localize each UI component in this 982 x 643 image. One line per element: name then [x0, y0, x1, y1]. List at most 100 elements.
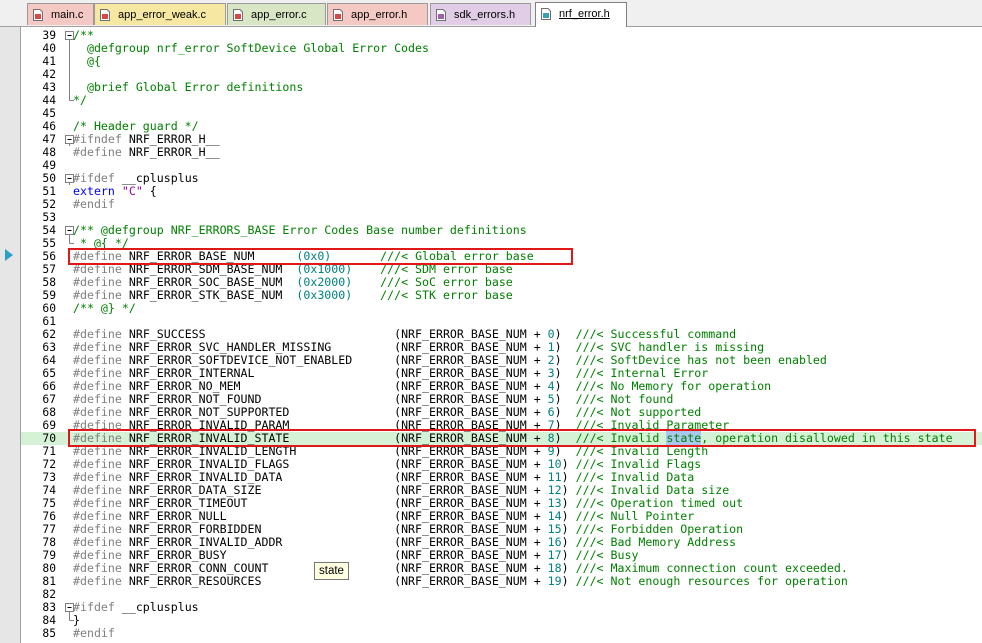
highlight-box-base-num — [68, 248, 573, 265]
current-line-arrow-icon — [5, 249, 13, 261]
code-token: ///< Not enough resources for operation — [575, 574, 848, 588]
line-number: 51 — [42, 185, 56, 198]
code-line[interactable]: 51 extern "C" { — [21, 184, 982, 199]
code-token: ///< Internal Error — [575, 366, 709, 380]
code-token: NRF_ERROR_SVC_HANDLER_MISSING (NRF_ERROR… — [121, 340, 548, 354]
code-token: ///< SoC error base — [380, 275, 513, 289]
line-number: 43 — [42, 81, 56, 94]
code-token: 1 — [547, 340, 555, 354]
code-line[interactable]: 59 #define NRF_ERROR_STK_BASE_NUM (0x3000… — [21, 288, 982, 303]
code-token: #define — [73, 548, 122, 562]
tab-app-error-h[interactable]: app_error.h — [327, 3, 428, 25]
line-number: 83 — [42, 601, 56, 614]
line-number: 79 — [42, 549, 56, 562]
code-token: ///< SoftDevice has not been enabled — [575, 353, 827, 367]
line-number: 52 — [42, 198, 56, 211]
code-token: #endif — [73, 626, 115, 640]
line-number: 45 — [42, 107, 56, 120]
code-token: 3 — [547, 366, 555, 380]
code-line[interactable]: 85 #endif — [21, 626, 982, 641]
code-token: #define — [73, 145, 122, 159]
line-number: 64 — [42, 354, 56, 367]
line-number: 68 — [42, 406, 56, 419]
line-number: 54 — [42, 224, 56, 237]
file-tab-bar: main.c app_error_weak.c app_error.c app_err… — [0, 0, 982, 27]
code-line[interactable]: 44 */ — [21, 94, 982, 108]
code-text: @defgroup nrf_error SoftDevice Global Er… — [73, 42, 429, 55]
code-line[interactable]: 54 /** @defgroup NRF_ERRORS_BASE Error Co… — [21, 224, 982, 237]
code-line[interactable]: 84} — [21, 613, 982, 628]
code-line[interactable]: 48 #define NRF_ERROR_H__ — [21, 146, 982, 160]
code-token: 11 — [547, 470, 562, 484]
line-number: 60 — [42, 302, 56, 315]
code-token: ) — [561, 535, 576, 549]
h-file-icon — [541, 8, 551, 20]
code-token: #define — [73, 366, 122, 380]
code-token: NRF_ERROR_BUSY (NRF_ERROR_BASE_NUM + — [121, 548, 548, 562]
code-token: ) — [561, 574, 576, 588]
code-token: ) — [554, 379, 576, 393]
code-text: #define NRF_ERROR_RESOURCES (NRF_ERROR_B… — [73, 575, 848, 588]
code-token: ///< Not found — [575, 392, 674, 406]
code-token: (0x3000) — [296, 288, 353, 302]
code-text: #define NRF_ERROR_H__ — [73, 146, 220, 159]
line-number: 69 — [42, 419, 56, 432]
code-token: ) — [554, 366, 576, 380]
code-line[interactable]: 50 #ifdef __cplusplus — [21, 172, 982, 185]
tab-main-c[interactable]: main.c — [27, 3, 94, 25]
line-number: 46 — [42, 120, 56, 133]
line-number: 47 — [42, 133, 56, 146]
code-token: #ifdef — [73, 171, 115, 185]
code-text: @brief Global Error definitions — [73, 81, 303, 94]
code-token: ///< Not supported — [575, 405, 702, 419]
code-token: } — [73, 613, 80, 627]
code-token: #define — [73, 509, 122, 523]
code-token: /** — [73, 28, 94, 42]
code-token: ) — [561, 561, 576, 575]
code-token: NRF_ERROR_NULL (NRF_ERROR_BASE_NUM + — [121, 509, 548, 523]
code-token: #define — [73, 340, 122, 354]
code-token: #define — [73, 470, 122, 484]
line-number: 74 — [42, 484, 56, 497]
tab-label: main.c — [51, 9, 84, 21]
tab-app-error-c[interactable]: app_error.c — [227, 3, 326, 25]
code-token: ) — [554, 340, 576, 354]
code-token: 17 — [547, 548, 562, 562]
code-line[interactable]: 40 @defgroup nrf_error SoftDevice Global… — [21, 42, 982, 55]
tab-sdk-errors-h[interactable]: sdk_errors.h — [430, 3, 531, 25]
code-line[interactable]: 81 #define NRF_ERROR_RESOURCES (NRF_ERROR… — [21, 575, 982, 589]
code-token: ///< Operation timed out — [575, 496, 744, 510]
c-file-gear-icon — [233, 9, 243, 21]
tab-nrf-error-h[interactable]: nrf_error.h — [535, 2, 627, 27]
tab-app-error-weak-c[interactable]: app_error_weak.c — [94, 3, 226, 25]
code-token: #define — [73, 483, 122, 497]
line-number: 55 — [42, 237, 56, 250]
code-line[interactable]: 60 /** @} */ — [21, 302, 982, 316]
code-token: NRF_ERROR_FORBIDDEN (NRF_ERROR_BASE_NUM … — [121, 522, 548, 536]
line-number: 73 — [42, 471, 56, 484]
line-number: 71 — [42, 445, 56, 458]
code-token: ) — [561, 522, 576, 536]
code-token: NRF_ERROR_INVALID_DATA (NRF_ERROR_BASE_N… — [121, 470, 548, 484]
code-line[interactable]: 43 @brief Global Error definitions — [21, 81, 982, 94]
breakpoint-gutter[interactable] — [0, 27, 20, 643]
code-token: @{ — [73, 54, 101, 68]
code-token: ) — [561, 548, 576, 562]
code-text: #endif — [73, 198, 115, 211]
code-line[interactable]: 52 #endif — [21, 198, 982, 212]
code-token: NRF_ERROR_NO_MEM (NRF_ERROR_BASE_NUM + — [121, 379, 548, 393]
code-line[interactable]: 83 #ifdef __cplusplus — [21, 601, 982, 614]
code-token: @brief Global Error definitions — [73, 80, 304, 94]
line-number: 42 — [42, 68, 56, 81]
code-line[interactable]: 41 @{ — [21, 55, 982, 68]
line-number: 70 — [42, 432, 56, 445]
tab-label: sdk_errors.h — [454, 9, 516, 21]
code-token: ///< Null Pointer — [575, 509, 695, 523]
line-number: 67 — [42, 393, 56, 406]
line-number: 80 — [42, 562, 56, 575]
code-text: */ — [73, 94, 87, 107]
code-token: #define — [73, 574, 122, 588]
